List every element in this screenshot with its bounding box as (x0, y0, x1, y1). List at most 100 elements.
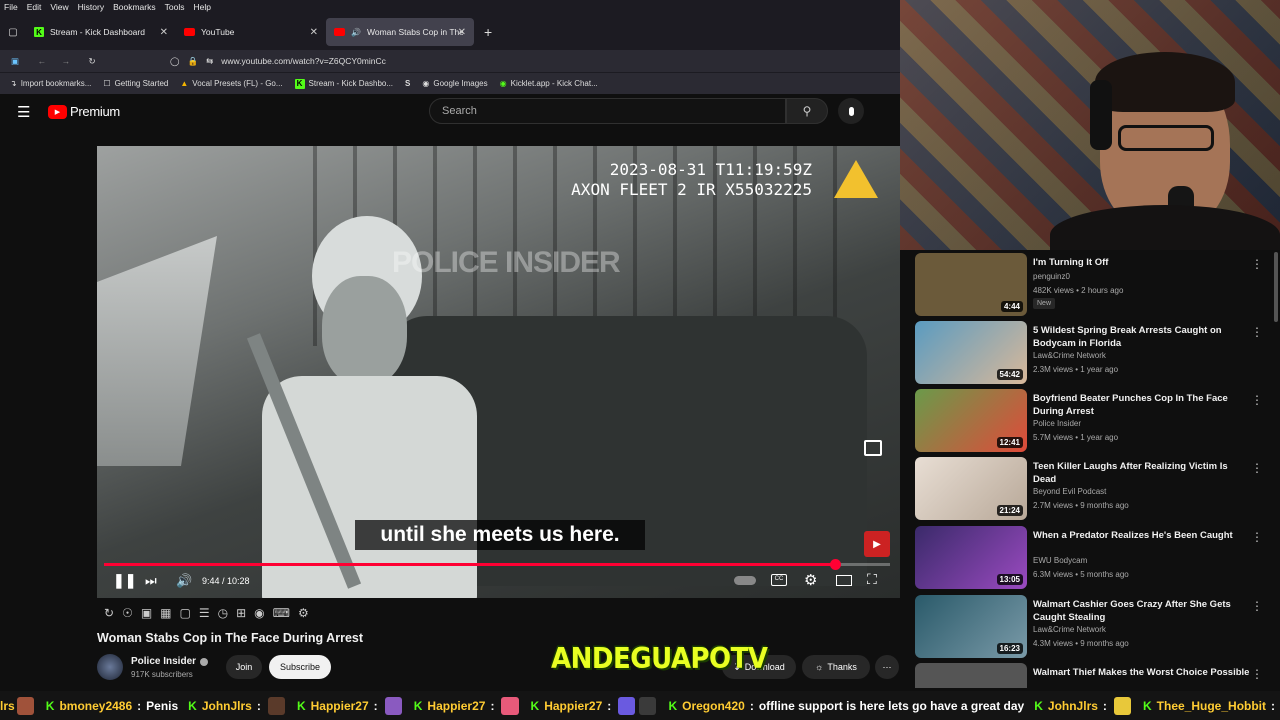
recommendation-channel[interactable]: Law&Crime Network (1033, 625, 1106, 634)
loop-icon[interactable]: ↻ (104, 606, 114, 620)
add-icon[interactable]: ⊞ (236, 606, 246, 620)
menu-edit[interactable]: Edit (27, 2, 42, 12)
tab-active-video[interactable]: 🔊 Woman Stabs Cop in The F ✕ (326, 18, 474, 46)
recommendation-title[interactable]: Walmart Thief Makes the Worst Choice Pos… (1033, 666, 1253, 679)
new-tab-icon[interactable]: + (484, 24, 492, 40)
more-options-icon[interactable]: ⋮ (1251, 599, 1263, 613)
recommendation-title[interactable]: Walmart Cashier Goes Crazy After She Get… (1033, 598, 1253, 624)
menu-tools[interactable]: Tools (165, 2, 185, 12)
pause-button[interactable]: ❚❚ (113, 572, 136, 589)
subscribe-button[interactable]: Subscribe (269, 655, 331, 679)
miniplayer-icon[interactable] (864, 440, 882, 456)
video-thumbnail[interactable]: 16:23 (915, 595, 1027, 658)
bookmark-google-images[interactable]: ◉ Google Images (422, 79, 487, 88)
close-icon[interactable]: ✕ (458, 27, 466, 38)
recommendation-title[interactable]: Boyfriend Beater Punches Cop In The Face… (1033, 392, 1253, 418)
theater-mode-button[interactable] (836, 575, 852, 586)
next-button[interactable]: ⏭ (145, 573, 157, 589)
bookmark-vocal-presets[interactable]: ▲ Vocal Presets (FL) - Go... (180, 79, 282, 88)
video-thumbnail[interactable] (915, 663, 1027, 688)
speaker-icon[interactable]: 🔊 (351, 28, 361, 37)
recommendation-item[interactable]: Walmart Thief Makes the Worst Choice Pos… (915, 663, 1275, 688)
bookmark-s[interactable]: S (405, 79, 410, 88)
recommendation-item[interactable]: 4:44 I'm Turning It Off penguinz0 482K v… (915, 253, 1275, 317)
search-input[interactable]: Search (429, 98, 786, 124)
recommendation-item[interactable]: 21:24 Teen Killer Laughs After Realizing… (915, 457, 1275, 521)
picture-icon[interactable]: ▢ (180, 606, 191, 620)
thanks-button[interactable]: ☼ Thanks (802, 655, 870, 679)
video-thumbnail[interactable]: 4:44 (915, 253, 1027, 316)
recommendation-channel[interactable]: EWU Bodycam (1033, 556, 1087, 565)
tab-youtube[interactable]: YouTube ✕ (176, 18, 326, 46)
speed-icon[interactable]: ◷ (218, 606, 228, 620)
progress-bar[interactable] (104, 559, 890, 570)
settings-icon[interactable]: ⚙ (804, 571, 817, 589)
menu-view[interactable]: View (50, 2, 68, 12)
recommendation-channel[interactable]: penguinz0 (1033, 272, 1070, 281)
recommendation-channel[interactable]: Law&Crime Network (1033, 351, 1106, 360)
bookmark-kick-dashboard[interactable]: K Stream - Kick Dashbo... (294, 78, 393, 89)
autoplay-toggle[interactable] (734, 576, 756, 585)
list-icon[interactable]: ☰ (199, 606, 210, 620)
reload-icon[interactable]: ↻ (78, 56, 106, 67)
bookmark-kicklet[interactable]: ◉ Kicklet.app - Kick Chat... (500, 79, 598, 88)
youtube-logo[interactable]: ▶ Premium (48, 104, 120, 119)
broadcast-icon[interactable]: ☉ (122, 606, 133, 620)
bookmark-import[interactable]: ↴ Import bookmarks... (10, 79, 91, 88)
forward-icon[interactable]: → (54, 56, 78, 66)
volume-button[interactable]: 🔊 (176, 573, 192, 589)
emote-icon (384, 696, 402, 715)
recommendation-title[interactable]: Teen Killer Laughs After Realizing Victi… (1033, 460, 1253, 486)
join-button[interactable]: Join (226, 655, 262, 679)
video-thumbnail[interactable]: 21:24 (915, 457, 1027, 520)
video-thumbnail[interactable]: 12:41 (915, 389, 1027, 452)
video-thumbnail[interactable]: 13:05 (915, 526, 1027, 589)
tab-kick-dashboard[interactable]: K Stream - Kick Dashboard ✕ (26, 18, 176, 46)
recommendation-item[interactable]: 54:42 5 Wildest Spring Break Arrests Cau… (915, 321, 1275, 385)
voice-search-button[interactable] (838, 98, 864, 124)
kick-icon: K (413, 698, 423, 713)
film-icon[interactable]: ▦ (160, 606, 171, 620)
menu-file[interactable]: File (4, 2, 18, 12)
channel-name[interactable]: Police Insider (131, 656, 209, 667)
hamburger-menu-icon[interactable]: ☰ (17, 103, 30, 121)
more-options-icon[interactable]: ⋮ (1251, 667, 1263, 681)
recommendation-channel[interactable]: Beyond Evil Podcast (1033, 487, 1106, 496)
address-field[interactable]: ◯ 🔒 ⇆ www.youtube.com/watch?v=Z6QCY0minC… (170, 56, 386, 67)
gear-icon[interactable]: ⚙ (298, 606, 309, 620)
search-button[interactable]: ⚲ (786, 98, 828, 124)
captions-button[interactable]: CC (771, 574, 787, 586)
fullscreen-button[interactable]: ⛶ (867, 571, 877, 588)
more-options-icon[interactable]: ⋮ (1251, 257, 1263, 271)
video-thumbnail[interactable]: 54:42 (915, 321, 1027, 384)
more-actions-button[interactable]: ⋯ (875, 655, 899, 679)
recommendation-channel[interactable]: Police Insider (1033, 419, 1081, 428)
back-icon[interactable]: ← (30, 56, 54, 66)
more-options-icon[interactable]: ⋮ (1251, 325, 1263, 339)
more-options-icon[interactable]: ⋮ (1251, 461, 1263, 475)
recommendation-title[interactable]: 5 Wildest Spring Break Arrests Caught on… (1033, 324, 1253, 350)
recommendation-title[interactable]: When a Predator Realizes He's Been Caugh… (1033, 529, 1253, 542)
channel-avatar[interactable] (97, 654, 123, 680)
menu-bookmarks[interactable]: Bookmarks (113, 2, 156, 12)
tab-list-icon[interactable]: ▢ (0, 27, 26, 38)
sidebar-toggle-icon[interactable]: ▣ (0, 56, 30, 67)
recommendation-item[interactable]: 13:05 When a Predator Realizes He's Been… (915, 526, 1275, 590)
recommendation-item[interactable]: 16:23 Walmart Cashier Goes Crazy After S… (915, 595, 1275, 659)
channel-watermark-icon[interactable]: ▶ (864, 531, 890, 557)
close-icon[interactable]: ✕ (310, 27, 318, 38)
sidebar-scrollbar[interactable] (1274, 252, 1278, 322)
menu-help[interactable]: Help (193, 2, 210, 12)
more-options-icon[interactable]: ⋮ (1251, 530, 1263, 544)
screenshot-icon[interactable]: ▣ (141, 606, 152, 620)
menu-history[interactable]: History (78, 2, 104, 12)
progress-scrubber[interactable] (829, 559, 841, 570)
url-text: www.youtube.com/watch?v=Z6QCY0minCc (221, 56, 386, 66)
recommendation-item[interactable]: 12:41 Boyfriend Beater Punches Cop In Th… (915, 389, 1275, 453)
more-options-icon[interactable]: ⋮ (1251, 393, 1263, 407)
keyboard-icon[interactable]: ⌨ (273, 606, 290, 620)
close-icon[interactable]: ✕ (160, 27, 168, 38)
camera-icon[interactable]: ◉ (254, 606, 264, 620)
recommendation-title[interactable]: I'm Turning It Off (1033, 256, 1253, 269)
bookmark-getting-started[interactable]: ☐ Getting Started (103, 79, 168, 88)
